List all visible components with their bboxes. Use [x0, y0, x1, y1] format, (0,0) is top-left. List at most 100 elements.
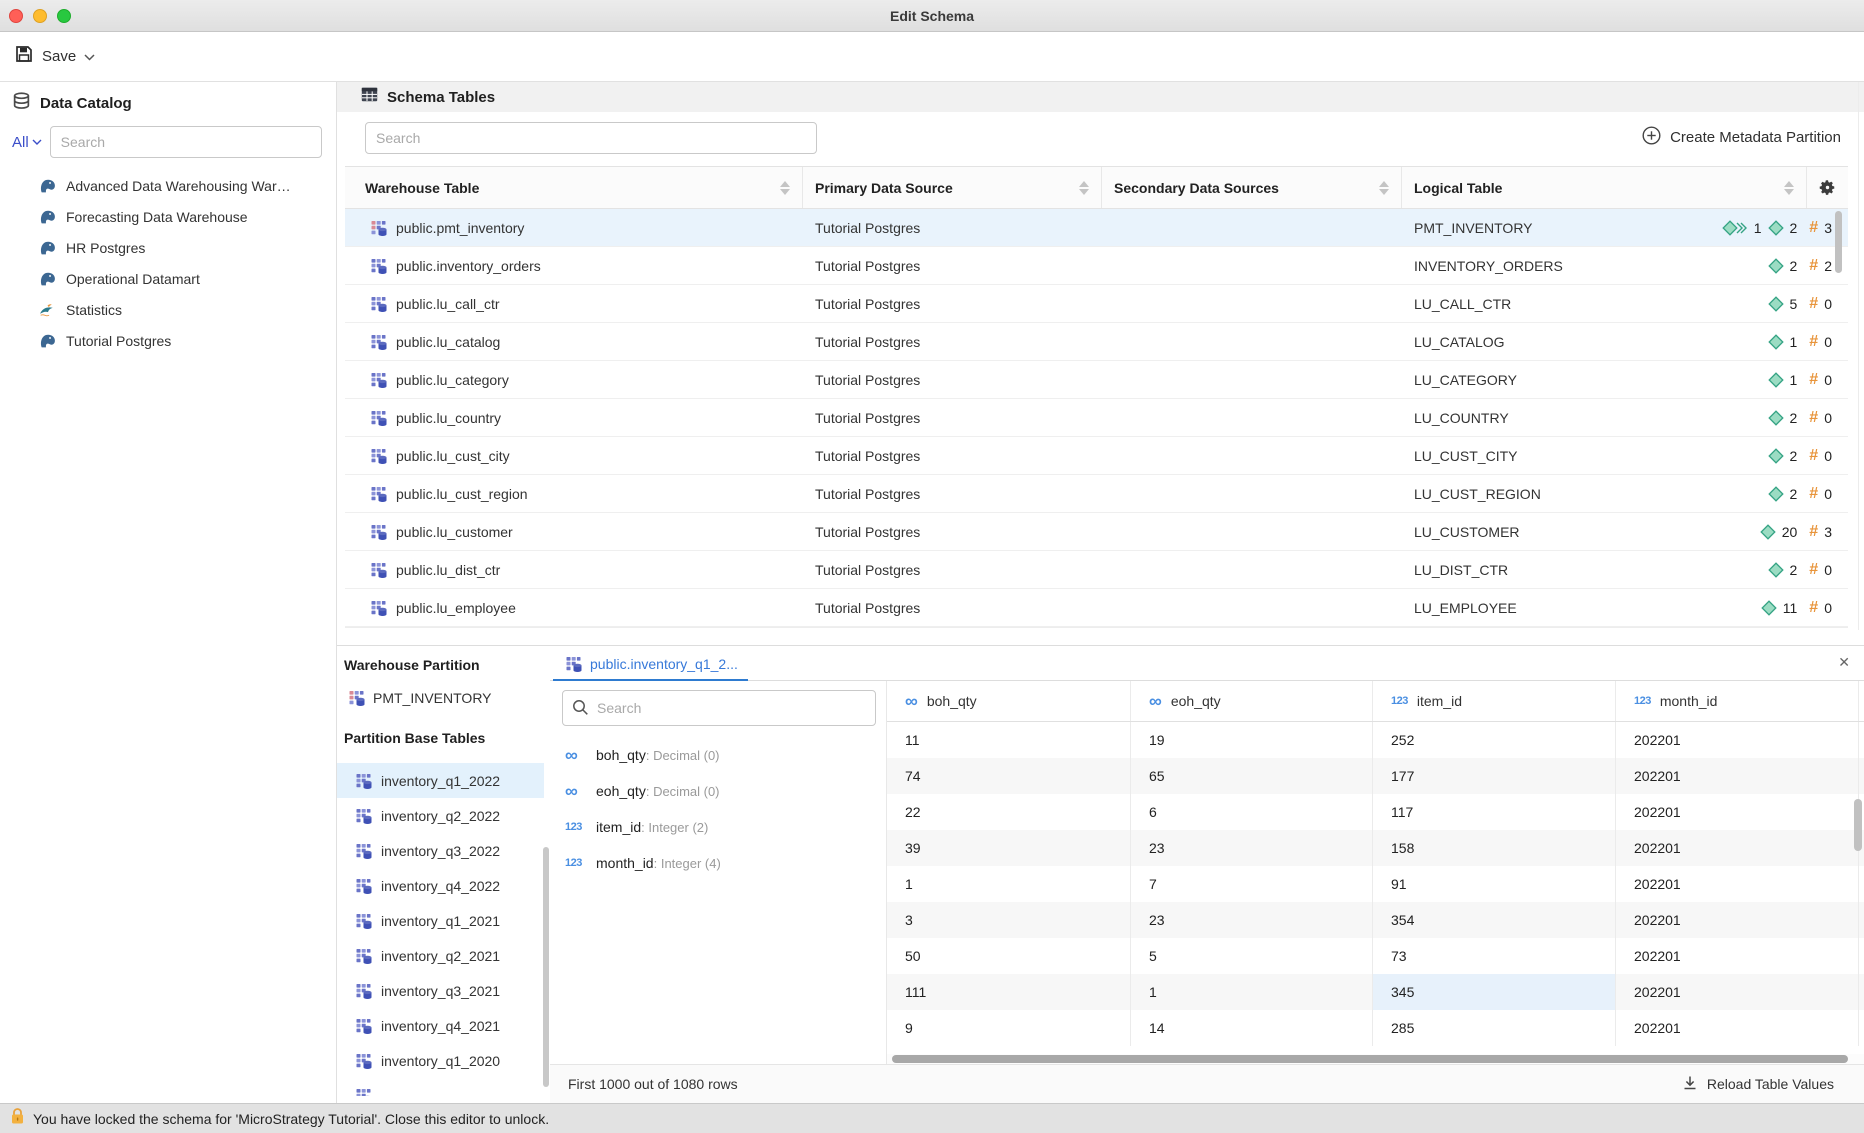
save-button[interactable]: Save [14, 44, 95, 69]
table-row[interactable]: public.lu_call_ctr Tutorial Postgres LU_… [345, 285, 1848, 323]
column-header-secondary-data-sources[interactable]: Secondary Data Sources [1102, 167, 1402, 208]
attribute-diamond-icon [1768, 220, 1784, 236]
mysql-icon [38, 301, 57, 318]
warehouse-table-icon [370, 524, 387, 540]
schema-table-scrollbar[interactable] [1835, 211, 1842, 273]
grid-horizontal-scrollbar-thumb[interactable] [892, 1055, 1848, 1063]
decimal-type-icon: ∞ [905, 691, 918, 712]
reload-table-values-button[interactable]: Reload Table Values [1682, 1075, 1834, 1094]
grid-row[interactable]: 1119 252202201 [887, 722, 1864, 758]
grid-column-item-id[interactable]: 123 item_id [1373, 681, 1616, 721]
column-item-item-id[interactable]: 123 item_id Integer (2) [550, 809, 887, 845]
lock-icon [10, 1107, 25, 1130]
grid-row[interactable]: 1111 345202201 [887, 974, 1864, 1010]
table-row[interactable]: public.lu_country Tutorial Postgres LU_C… [345, 399, 1848, 437]
attribute-count: 2 [1790, 486, 1798, 502]
grid-column-month-id[interactable]: 123 month_id [1616, 681, 1859, 721]
grid-row[interactable]: 505 73202201 [887, 938, 1864, 974]
chevron-down-icon[interactable] [84, 48, 95, 66]
grid-column-eoh-qty[interactable]: ∞ eoh_qty [1131, 681, 1373, 721]
partition-list-scrollbar[interactable] [543, 847, 549, 1087]
column-item-boh-qty[interactable]: ∞ boh_qty Decimal (0) [550, 737, 887, 773]
tab-inventory-q1-2022[interactable]: public.inventory_q1_2... [553, 646, 750, 681]
list-item[interactable]: inventory_q4_2021 [337, 1008, 544, 1043]
fact-hash-icon: # [1809, 599, 1818, 617]
grid-status-bar: First 1000 out of 1080 rows Reload Table… [550, 1064, 1864, 1103]
table-settings-gear-icon[interactable] [1807, 167, 1848, 208]
fact-hash-icon: # [1809, 333, 1818, 351]
grid-row[interactable]: 226 117202201 [887, 794, 1864, 830]
column-header-logical-table[interactable]: Logical Table [1402, 167, 1807, 208]
column-item-month-id[interactable]: 123 month_id Integer (4) [550, 845, 887, 881]
attribute-count: 1 [1790, 372, 1798, 388]
grid-vertical-scrollbar[interactable] [1854, 799, 1862, 851]
list-item[interactable]: inventory_q2_2022 [337, 798, 544, 833]
list-item[interactable]: inventory_q3_2021 [337, 973, 544, 1008]
columns-search-input[interactable] [562, 690, 876, 726]
warehouse-table-icon [370, 334, 387, 350]
list-item[interactable]: inventory_q1_2020 [337, 1043, 544, 1078]
grid-row[interactable]: 323 354202201 [887, 902, 1864, 938]
fact-hash-icon: # [1809, 485, 1818, 503]
column-header-warehouse-table[interactable]: Warehouse Table [345, 167, 803, 208]
data-catalog-panel: Data Catalog All Advanced Data Warehousi… [0, 82, 337, 1103]
list-item-partial[interactable] [337, 1078, 544, 1096]
grid-row[interactable]: 17 91202201 [887, 866, 1864, 902]
close-icon[interactable]: ✕ [1838, 654, 1850, 671]
warehouse-table-icon [355, 808, 372, 824]
attribute-diamond-icon [1768, 410, 1784, 426]
sidebar-item-tutorial-postgres[interactable]: Tutorial Postgres [0, 325, 336, 356]
integer-type-icon: 123 [1391, 695, 1408, 707]
schema-table-header-row: Warehouse Table Primary Data Source Seco… [345, 167, 1848, 209]
table-row[interactable]: public.lu_dist_ctr Tutorial Postgres LU_… [345, 551, 1848, 589]
table-row[interactable]: public.lu_cust_region Tutorial Postgres … [345, 475, 1848, 513]
sidebar-item-advanced-dw[interactable]: Advanced Data Warehousing War… [0, 170, 336, 201]
partition-table-icon [348, 690, 365, 706]
column-header-primary-data-source[interactable]: Primary Data Source [803, 167, 1102, 208]
catalog-search-input[interactable] [50, 126, 322, 158]
sort-icon [780, 181, 790, 195]
list-item[interactable]: inventory_q4_2022 [337, 868, 544, 903]
list-item[interactable]: inventory_q1_2022 [337, 763, 544, 798]
attribute-count: 2 [1790, 410, 1798, 426]
table-row[interactable]: public.pmt_inventory Tutorial Postgres P… [345, 209, 1848, 247]
sidebar-item-hr-postgres[interactable]: HR Postgres [0, 232, 336, 263]
list-item[interactable]: inventory_q2_2021 [337, 938, 544, 973]
save-label: Save [42, 48, 76, 65]
grid-horizontal-scrollbar[interactable] [887, 1054, 1864, 1064]
integer-type-icon: 123 [1634, 695, 1651, 707]
warehouse-table-icon [370, 448, 387, 464]
create-metadata-partition-button[interactable]: Create Metadata Partition [1642, 126, 1841, 149]
partition-base-tables-label: Partition Base Tables [337, 730, 485, 746]
table-row[interactable]: public.lu_catalog Tutorial Postgres LU_C… [345, 323, 1848, 361]
list-item[interactable]: inventory_q3_2022 [337, 833, 544, 868]
fact-count: 0 [1824, 486, 1832, 502]
divider [1858, 82, 1859, 630]
attribute-diamond-icon [1768, 296, 1784, 312]
table-row[interactable]: public.inventory_orders Tutorial Postgre… [345, 247, 1848, 285]
table-row[interactable]: public.lu_customer Tutorial Postgres LU_… [345, 513, 1848, 551]
warehouse-table-icon [355, 983, 372, 999]
catalog-filter-dropdown[interactable]: All [12, 134, 42, 151]
list-item[interactable]: inventory_q1_2021 [337, 903, 544, 938]
sidebar-item-forecasting[interactable]: Forecasting Data Warehouse [0, 201, 336, 232]
postgres-icon [38, 208, 57, 225]
column-item-eoh-qty[interactable]: ∞ eoh_qty Decimal (0) [550, 773, 887, 809]
preview-tabstrip: public.inventory_q1_2... ✕ [550, 646, 1864, 681]
grid-row[interactable]: 3923 158202201 [887, 830, 1864, 866]
window-title: Edit Schema [0, 0, 1864, 32]
grid-column-boh-qty[interactable]: ∞ boh_qty [887, 681, 1131, 721]
postgres-icon [38, 239, 57, 256]
partition-table-item[interactable]: PMT_INVENTORY [337, 682, 492, 714]
sidebar-item-statistics[interactable]: Statistics [0, 294, 336, 325]
attribute-diamond-icon [1761, 600, 1777, 616]
grid-row[interactable]: 914 285202201 [887, 1010, 1864, 1046]
table-row[interactable]: public.lu_category Tutorial Postgres LU_… [345, 361, 1848, 399]
warehouse-table-icon [370, 296, 387, 312]
sort-icon [1379, 181, 1389, 195]
schema-tables-search-input[interactable] [365, 122, 817, 154]
grid-row[interactable]: 7465 177202201 [887, 758, 1864, 794]
table-row[interactable]: public.lu_cust_city Tutorial Postgres LU… [345, 437, 1848, 475]
table-row[interactable]: public.lu_employee Tutorial Postgres LU_… [345, 589, 1848, 627]
sidebar-item-operational-datamart[interactable]: Operational Datamart [0, 263, 336, 294]
